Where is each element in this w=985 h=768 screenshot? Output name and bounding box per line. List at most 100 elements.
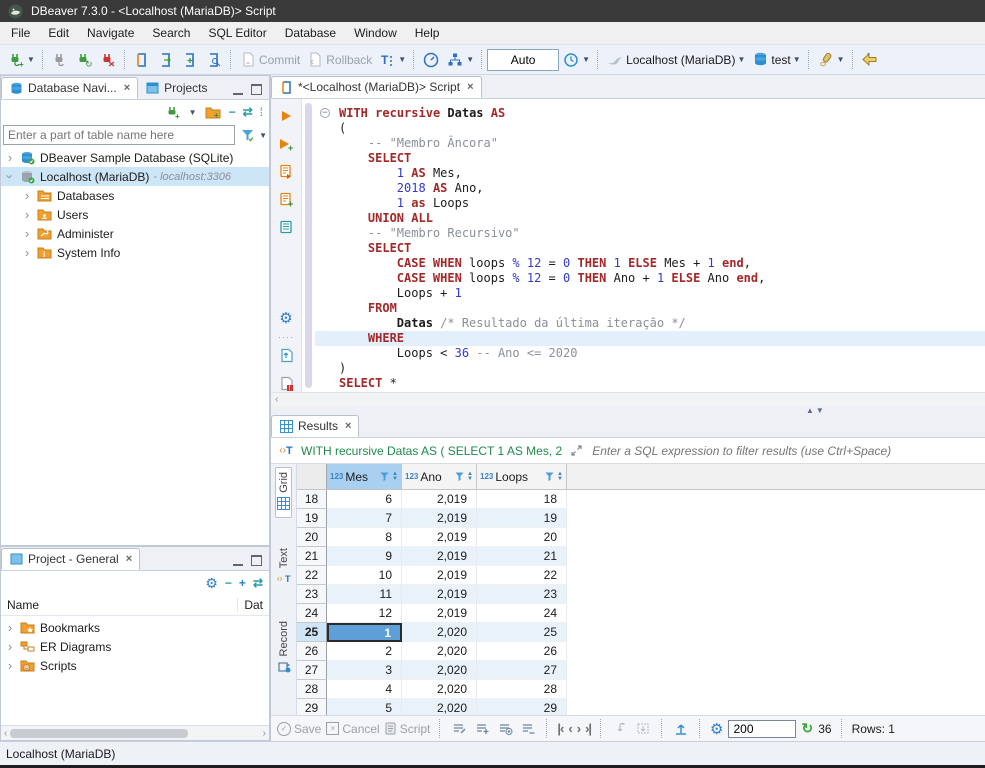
tab-projects[interactable]: Projects — [138, 77, 214, 99]
grid-cell[interactable]: 28 — [477, 680, 567, 699]
disconnect-all-button[interactable] — [96, 50, 120, 69]
grid-cell[interactable]: 18 — [477, 490, 567, 509]
tab-database-navigator[interactable]: Database Navi... × — [1, 77, 138, 99]
grid-cell[interactable]: 12 — [327, 604, 402, 623]
minimize-icon[interactable] — [233, 556, 243, 566]
grid-cell[interactable]: 2,019 — [402, 604, 477, 623]
link-editor-icon[interactable]: ⇄ — [243, 105, 253, 119]
expand-all-icon[interactable]: + — [239, 576, 246, 590]
row-header[interactable]: 22 — [297, 566, 327, 585]
code-line[interactable]: Loops < 36 -- Ano <= 2020 — [315, 346, 985, 361]
network-button[interactable]: ▼ — [443, 50, 477, 69]
grid-cell[interactable]: 10 — [327, 566, 402, 585]
new-connection-button[interactable]: + ▼ — [4, 50, 38, 69]
code-line[interactable]: 1 AS Mes, — [315, 166, 985, 181]
project-hscrollbar[interactable]: ‹ › — [1, 725, 269, 740]
project-item-scripts[interactable]: ›Scripts — [1, 656, 269, 675]
back-button[interactable]: * — [858, 50, 882, 69]
duplicate-row-icon[interactable] — [496, 720, 514, 737]
expand-filter-icon[interactable] — [567, 442, 585, 459]
chevron-icon[interactable]: › — [22, 226, 32, 241]
delete-row-icon[interactable] — [519, 720, 537, 737]
grid-cell[interactable]: 2,020 — [402, 623, 477, 642]
sort-icon[interactable]: ▲▼ — [557, 472, 563, 482]
menu-sql-editor[interactable]: SQL Editor — [199, 23, 275, 43]
row-header[interactable]: 19 — [297, 509, 327, 528]
menu-edit[interactable]: Edit — [39, 23, 78, 43]
grid-cell[interactable]: 20 — [477, 528, 567, 547]
grid-cell[interactable]: 9 — [327, 547, 402, 566]
transaction-log-button[interactable]: ▼ — [559, 50, 593, 69]
close-icon[interactable]: × — [467, 81, 473, 93]
side-tab-record[interactable]: Record — [276, 617, 292, 680]
sort-icon[interactable]: ▲▼ — [392, 472, 398, 482]
grid-cell[interactable]: 29 — [477, 699, 567, 715]
code-line[interactable]: Datas /* Resultado da última iteração */ — [315, 316, 985, 331]
column-header-loops[interactable]: 123Loops▲▼ — [477, 464, 567, 489]
tab-sql-script[interactable]: *<Localhost (MariaDB)> Script × — [271, 76, 482, 98]
connection-color-button[interactable]: ▼ — [814, 50, 848, 69]
chevron-icon[interactable]: › — [5, 658, 15, 673]
execute-statement-icon[interactable] — [277, 107, 295, 124]
tree-item-administer[interactable]: ›Administer — [1, 224, 269, 243]
cancel-button[interactable]: ×Cancel — [326, 722, 379, 736]
rollback-button[interactable]: Rollback — [303, 50, 375, 69]
column-name-header[interactable]: Name — [7, 598, 39, 612]
collapse-all-icon[interactable]: − — [225, 576, 232, 590]
project-item-er-diagrams[interactable]: ›ER Diagrams — [1, 637, 269, 656]
gear-icon[interactable]: ⚙ — [205, 575, 218, 592]
row-header[interactable]: 25 — [297, 623, 327, 642]
tree-item-users[interactable]: ›Users — [1, 205, 269, 224]
menu-database[interactable]: Database — [276, 23, 345, 43]
chevron-icon[interactable]: › — [22, 188, 32, 203]
grid-cell[interactable]: 25 — [477, 623, 567, 642]
collapse-all-icon[interactable]: − — [229, 105, 236, 119]
fold-marker-icon[interactable]: − — [320, 108, 330, 118]
grid-cell[interactable]: 24 — [477, 604, 567, 623]
grid-cell[interactable]: 2 — [327, 642, 402, 661]
grid-cell[interactable]: 23 — [477, 585, 567, 604]
grid-corner[interactable] — [297, 464, 327, 489]
side-tab-grid[interactable]: Grid — [275, 467, 292, 518]
code-line[interactable]: ) — [315, 361, 985, 376]
filter-funnel-icon[interactable] — [544, 468, 555, 485]
grid-cell[interactable]: 2,020 — [402, 661, 477, 680]
chevron-icon[interactable]: › — [5, 620, 15, 635]
code-line[interactable]: WHERE — [315, 331, 985, 346]
fetch-all-rows-icon[interactable] — [634, 720, 652, 737]
code-line[interactable]: −WITH recursive Datas AS — [315, 106, 985, 121]
menu-navigate[interactable]: Navigate — [78, 23, 143, 43]
code-line[interactable]: CASE WHEN loops % 12 = 0 THEN 1 ELSE Mes… — [315, 256, 985, 271]
code-line[interactable]: SELECT — [315, 241, 985, 256]
tree-item-dbeaver-sample-database-sqlite[interactable]: ›DBeaver Sample Database (SQLite) — [1, 148, 269, 167]
row-header[interactable]: 29 — [297, 699, 327, 715]
chevron-icon[interactable]: › — [22, 245, 32, 260]
row-header[interactable]: 26 — [297, 642, 327, 661]
editor-results-sash[interactable]: ▲▼ — [271, 406, 985, 414]
grid-cell[interactable]: 2,020 — [402, 699, 477, 715]
code-line[interactable]: ( — [315, 121, 985, 136]
sort-icon[interactable]: ▲▼ — [467, 472, 473, 482]
dashboard-button[interactable] — [419, 50, 443, 69]
filter-funnel-icon[interactable] — [379, 468, 390, 485]
gear-icon[interactable]: ⚙ — [710, 720, 723, 738]
script-button[interactable]: Script — [385, 720, 431, 737]
code-line[interactable]: CASE WHEN loops % 12 = 0 THEN Ano + 1 EL… — [315, 271, 985, 286]
grid-cell[interactable]: 2,019 — [402, 509, 477, 528]
sql-editor-button[interactable] — [130, 50, 154, 69]
tree-item-localhost-mariadb[interactable]: ›Localhost (MariaDB) - localhost:3306 — [1, 167, 269, 186]
code-line[interactable]: -- "Membro Recursivo" — [315, 226, 985, 241]
table-filter-input[interactable] — [3, 125, 235, 145]
code-line[interactable]: 1 as Loops — [315, 196, 985, 211]
code-line[interactable]: UNION ALL — [315, 211, 985, 226]
grid-cell[interactable]: 27 — [477, 661, 567, 680]
view-menu-icon[interactable]: ⁞ — [260, 105, 263, 119]
new-sql-editor-button[interactable] — [178, 50, 202, 69]
new-connection-small-icon[interactable]: + — [164, 104, 182, 121]
grid-cell[interactable]: 26 — [477, 642, 567, 661]
code-line[interactable]: 2018 AS Ano, — [315, 181, 985, 196]
grid-cell[interactable]: 2,019 — [402, 585, 477, 604]
code-line[interactable]: FROM — [315, 301, 985, 316]
menu-file[interactable]: File — [2, 23, 39, 43]
maximize-icon[interactable] — [251, 84, 262, 95]
